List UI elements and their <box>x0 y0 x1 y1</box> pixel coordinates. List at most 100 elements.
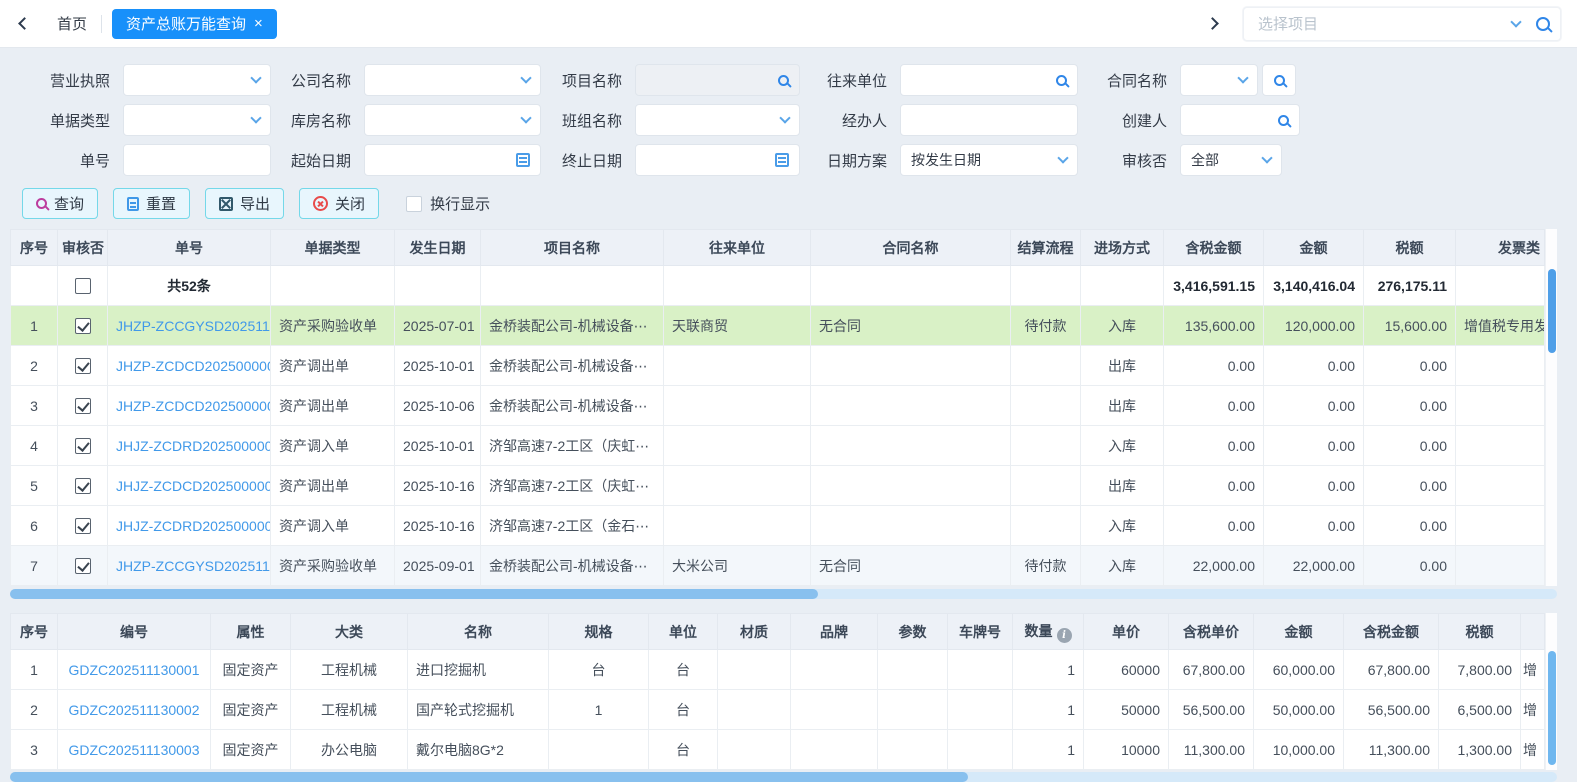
counterparty-search-input[interactable] <box>900 64 1078 96</box>
project-select[interactable]: 选择项目 <box>1243 7 1561 41</box>
contract-select[interactable] <box>1180 64 1258 96</box>
start-date-input[interactable] <box>364 144 541 176</box>
team-select[interactable] <box>635 104 800 136</box>
wrap-display-checkbox[interactable] <box>406 196 422 212</box>
col-header[interactable]: 发生日期 <box>395 230 481 266</box>
col-header[interactable]: 合同名称 <box>811 230 1011 266</box>
end-date-input[interactable] <box>635 144 800 176</box>
col-header[interactable]: 单号 <box>108 230 271 266</box>
warehouse-select[interactable] <box>364 104 541 136</box>
close-button[interactable]: 关闭 <box>299 188 379 219</box>
doc-no-link[interactable]: JHJZ-ZCDRD202500000 <box>116 438 271 454</box>
col-header-qty[interactable]: 数量i <box>1013 614 1084 650</box>
col-header[interactable]: 参数 <box>878 614 948 650</box>
table-row[interactable]: 2 JHZP-ZCDCD202500000 资产调出单 2025-10-01 金… <box>11 346 1545 386</box>
col-header[interactable]: 含税单价 <box>1169 614 1254 650</box>
doc-no-link[interactable]: JHZP-ZCCGYSD2025111 <box>116 318 271 334</box>
doc-no-link[interactable]: JHJZ-ZCDRD202500000 <box>116 518 271 534</box>
project-search-input[interactable] <box>635 64 800 96</box>
forward-icon[interactable] <box>1206 17 1219 30</box>
table-row[interactable]: 2 GDZC202511130002 固定资产 工程机械 国产轮式挖掘机 1 台… <box>11 690 1545 730</box>
col-header[interactable]: 材质 <box>718 614 791 650</box>
col-header[interactable]: 进场方式 <box>1081 230 1164 266</box>
col-header[interactable]: 结算流程 <box>1011 230 1081 266</box>
asset-code-link[interactable]: GDZC202511130001 <box>68 662 199 678</box>
date-scheme-select[interactable]: 按发生日期 <box>900 144 1078 176</box>
contract-search-button[interactable] <box>1262 64 1296 96</box>
export-button[interactable]: 导出 <box>205 188 284 219</box>
tab-close-icon[interactable]: × <box>254 15 263 32</box>
col-header[interactable]: 属性 <box>211 614 291 650</box>
row-checkbox[interactable] <box>75 478 91 494</box>
col-header[interactable]: 税额 <box>1439 614 1521 650</box>
row-checkbox[interactable] <box>75 558 91 574</box>
select-all-checkbox[interactable] <box>75 278 91 294</box>
col-header[interactable]: 含税金额 <box>1344 614 1439 650</box>
asset-code-link[interactable]: GDZC202511130003 <box>68 742 199 758</box>
col-header[interactable]: 单位 <box>649 614 718 650</box>
company-select[interactable] <box>364 64 541 96</box>
col-header[interactable]: 序号 <box>11 614 58 650</box>
row-checkbox[interactable] <box>75 438 91 454</box>
table-row[interactable]: 6 JHJZ-ZCDRD202500000 资产调入单 2025-10-16 济… <box>11 506 1545 546</box>
col-header[interactable]: 编号 <box>58 614 211 650</box>
col-header[interactable]: 金额 <box>1264 230 1364 266</box>
business-license-select[interactable] <box>123 64 271 96</box>
row-checkbox[interactable] <box>75 518 91 534</box>
col-header[interactable]: 发票类 <box>1456 230 1545 266</box>
doc-no-input[interactable] <box>123 144 271 176</box>
table-row[interactable]: 3 GDZC202511130003 固定资产 办公电脑 戴尔电脑8G*2 台 … <box>11 730 1545 770</box>
doc-no-link[interactable]: JHZP-ZCCGYSD2025111 <box>116 558 271 574</box>
info-icon[interactable]: i <box>1057 628 1072 643</box>
table-row[interactable]: 4 JHJZ-ZCDRD202500000 资产调入单 2025-10-01 济… <box>11 426 1545 466</box>
query-button[interactable]: 查询 <box>22 188 98 219</box>
vscroll-thumb[interactable] <box>1548 269 1556 353</box>
col-header[interactable]: 项目名称 <box>481 230 664 266</box>
reset-button[interactable]: 重置 <box>113 188 190 219</box>
tab-home[interactable]: 首页 <box>43 13 101 34</box>
doc-no-link[interactable]: JHZP-ZCDCD202500000 <box>116 358 271 374</box>
col-header[interactable]: 序号 <box>11 230 58 266</box>
row-checkbox[interactable] <box>75 318 91 334</box>
table-row[interactable]: 1 GDZC202511130001 固定资产 工程机械 进口挖掘机 台 台 1… <box>11 650 1545 690</box>
handler-input[interactable] <box>900 104 1078 136</box>
doc-type-select[interactable] <box>123 104 271 136</box>
calendar-icon[interactable] <box>516 153 530 167</box>
vscroll-thumb[interactable] <box>1548 651 1556 765</box>
col-header[interactable]: 品牌 <box>791 614 878 650</box>
col-header[interactable]: 审核否 <box>58 230 108 266</box>
table-row[interactable]: 3 JHZP-ZCDCD202500000 资产调出单 2025-10-06 金… <box>11 386 1545 426</box>
search-icon[interactable] <box>778 75 789 86</box>
table-row[interactable]: 5 JHJZ-ZCDCD202500000 资产调出单 2025-10-16 济… <box>11 466 1545 506</box>
search-icon[interactable] <box>1278 115 1289 126</box>
tab-asset-query[interactable]: 资产总账万能查询 × <box>112 9 277 39</box>
col-header[interactable]: 单价 <box>1084 614 1169 650</box>
audited-select[interactable]: 全部 <box>1180 144 1282 176</box>
chevron-down-icon[interactable] <box>1510 16 1521 27</box>
table-row[interactable]: 1 JHZP-ZCCGYSD2025111 资产采购验收单 2025-07-01… <box>11 306 1545 346</box>
creator-search-input[interactable] <box>1180 104 1300 136</box>
search-icon[interactable] <box>1056 75 1067 86</box>
col-header[interactable]: 含税金额 <box>1164 230 1264 266</box>
col-header[interactable]: 税额 <box>1364 230 1456 266</box>
col-header[interactable]: 单据类型 <box>271 230 395 266</box>
doc-no-link[interactable]: JHJZ-ZCDCD202500000 <box>116 478 271 494</box>
hscroll-thumb[interactable] <box>10 772 968 782</box>
row-checkbox[interactable] <box>75 398 91 414</box>
hscroll-thumb[interactable] <box>10 589 818 599</box>
project-label: 项目名称 <box>541 70 635 91</box>
table-row[interactable]: 7 JHZP-ZCCGYSD2025111 资产采购验收单 2025-09-01… <box>11 546 1545 586</box>
wrap-display-option[interactable]: 换行显示 <box>406 193 490 214</box>
col-header[interactable]: 名称 <box>408 614 549 650</box>
col-header[interactable]: 规格 <box>549 614 649 650</box>
calendar-icon[interactable] <box>775 153 789 167</box>
doc-no-link[interactable]: JHZP-ZCDCD202500000 <box>116 398 271 414</box>
col-header[interactable]: 往来单位 <box>664 230 811 266</box>
col-header[interactable]: 车牌号 <box>948 614 1013 650</box>
asset-code-link[interactable]: GDZC202511130002 <box>68 702 199 718</box>
col-header[interactable]: 大类 <box>291 614 408 650</box>
col-header[interactable]: 金额 <box>1254 614 1344 650</box>
row-checkbox[interactable] <box>75 358 91 374</box>
search-icon[interactable] <box>1536 17 1550 31</box>
back-icon[interactable] <box>18 17 31 30</box>
